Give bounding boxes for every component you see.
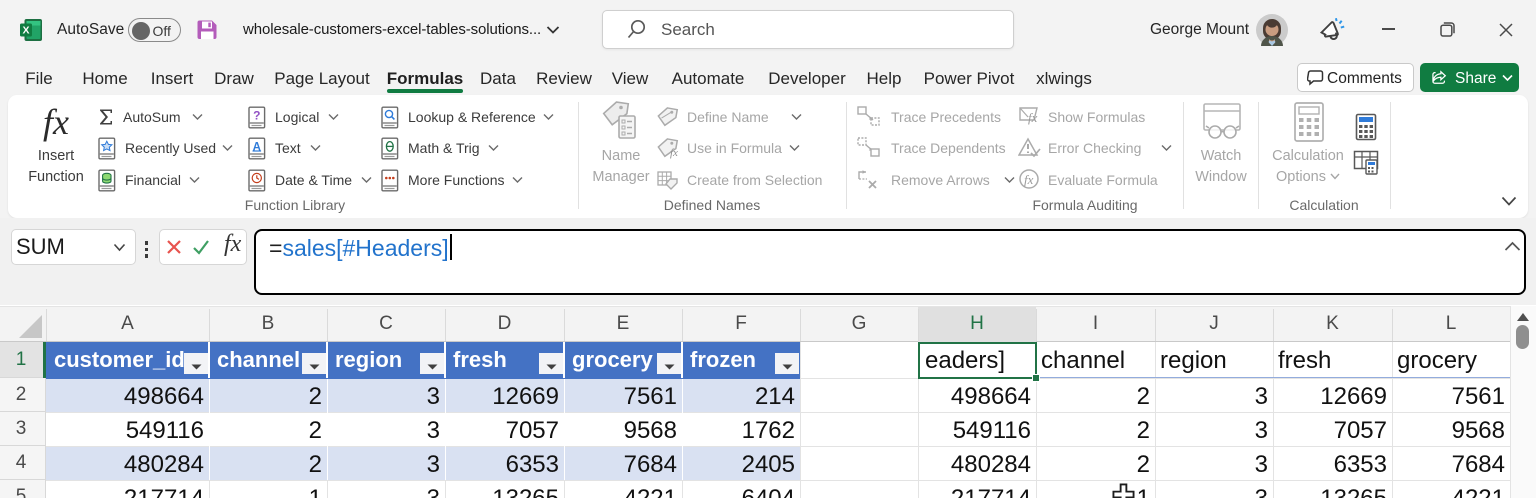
svg-text:fx: fx [1024,172,1034,187]
svg-text:?: ? [253,108,260,122]
svg-text:fx: fx [1028,110,1038,125]
svg-text:X: X [22,25,29,37]
svg-text:fx: fx [670,147,678,159]
svg-text:A: A [253,141,261,153]
